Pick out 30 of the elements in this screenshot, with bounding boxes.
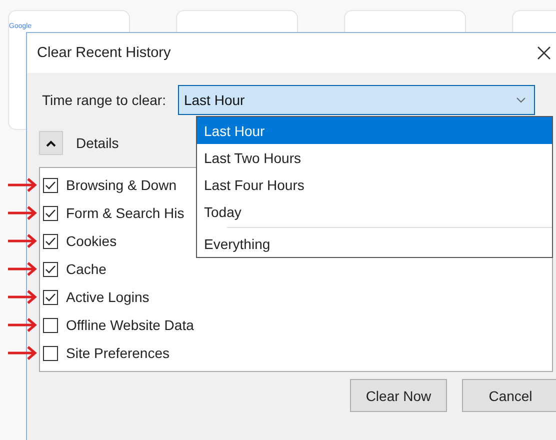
checkbox[interactable] [43,346,58,360]
checkbox-label: Cache [66,261,106,277]
checkbox[interactable] [43,206,58,220]
clear-now-button[interactable]: Clear Now [350,379,447,412]
chevron-icon [516,97,526,103]
checkmark-icon [45,292,56,302]
details-toggle[interactable] [39,131,63,155]
checkbox[interactable] [43,262,58,276]
time-range-label: Time range to clear: [41,92,166,108]
checkbox-label: Offline Website Data [66,317,194,333]
checkbox[interactable] [43,234,58,248]
close-icon[interactable] [537,46,551,60]
cancel-button[interactable]: Cancel [462,379,556,412]
checkbox-label: Cookies [66,233,117,249]
checkmark-icon [45,208,56,218]
chevron-icon [46,140,56,146]
time-range-select[interactable]: Last Hour [178,85,535,115]
checkmark-icon [45,236,56,246]
details-label: Details [75,135,119,151]
checkbox[interactable] [43,318,58,332]
checkmark-icon [45,180,56,190]
window-title: Clear Recent History [37,45,171,61]
checkmark-icon [45,264,56,274]
checkbox-label: Active Logins [66,289,150,305]
checkbox[interactable] [43,178,58,192]
checkbox-label: Site Preferences [66,345,170,361]
checkbox-label: Browsing & Down [66,177,176,193]
checkbox-label: Form & Search His [66,205,184,221]
dropdown-option[interactable]: Last Hour [197,117,552,144]
checkbox[interactable] [43,290,58,304]
